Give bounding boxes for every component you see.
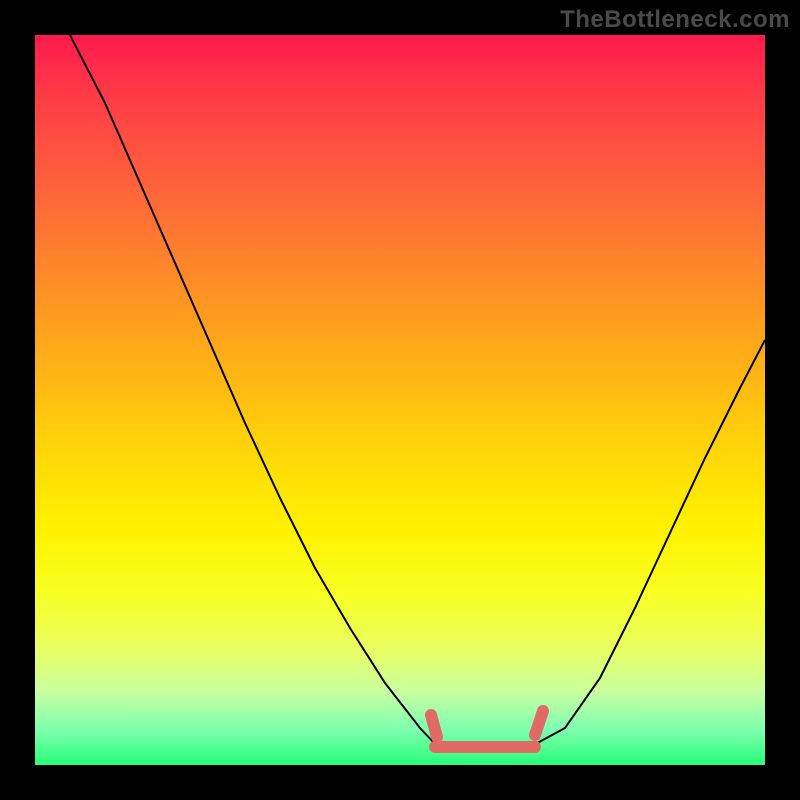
valley-flat-cap-left bbox=[431, 715, 437, 737]
curve-svg bbox=[35, 35, 765, 765]
plot-area bbox=[35, 35, 765, 765]
watermark-text: TheBottleneck.com bbox=[560, 6, 790, 34]
bottleneck-curve bbox=[70, 35, 765, 748]
valley-flat-cap-right bbox=[535, 711, 543, 735]
chart-frame: TheBottleneck.com bbox=[0, 0, 800, 800]
valley-flat-segment bbox=[431, 711, 543, 747]
